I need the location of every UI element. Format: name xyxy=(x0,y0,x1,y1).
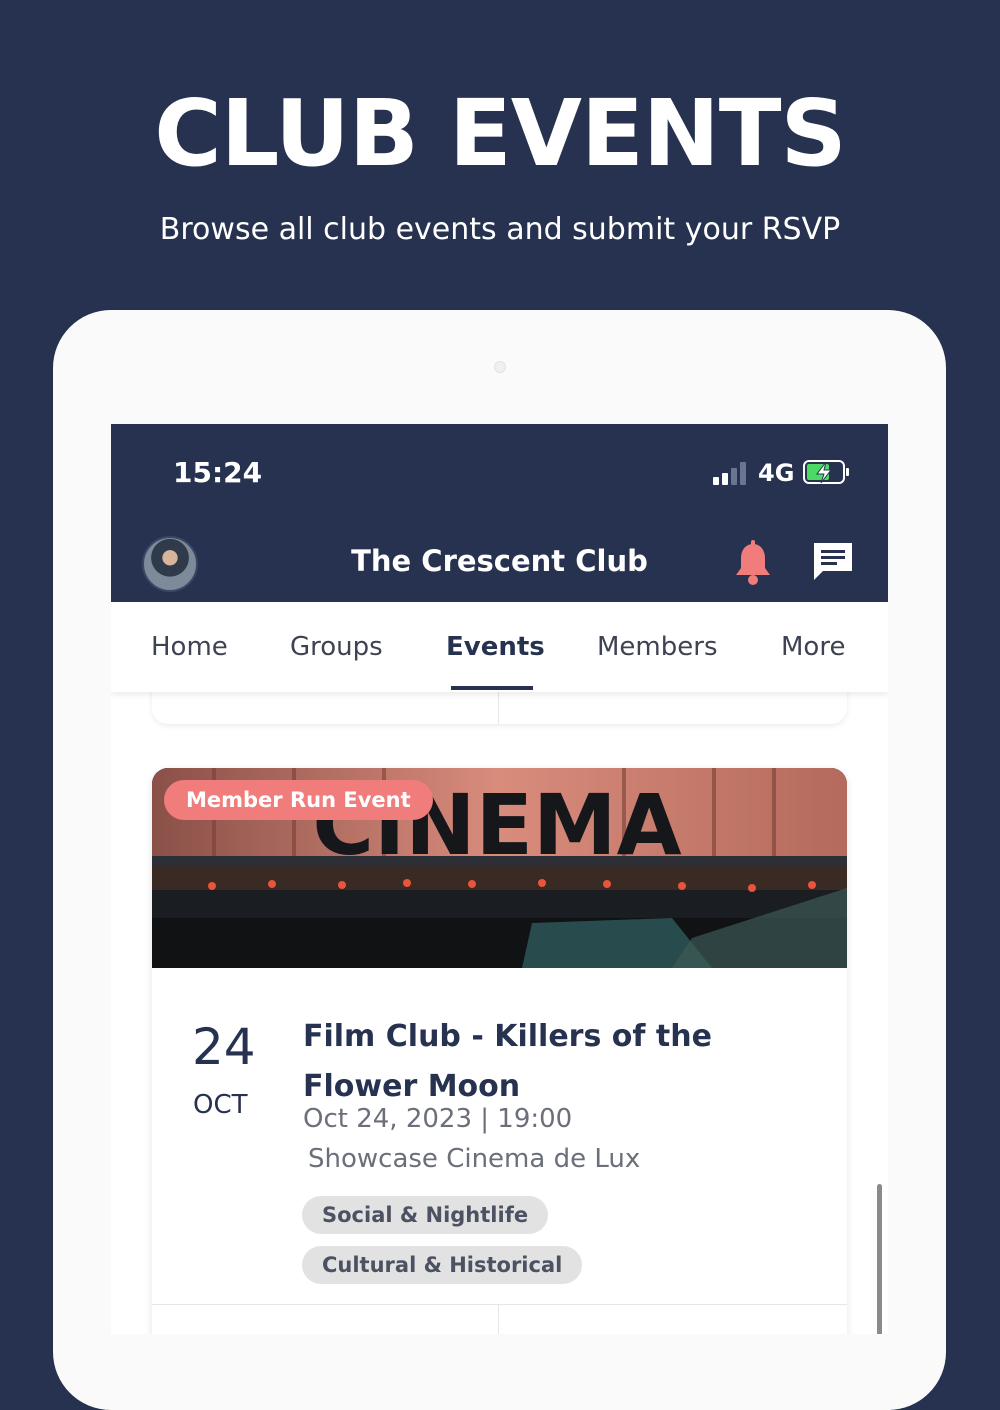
tag-social-nightlife[interactable]: Social & Nightlife xyxy=(302,1196,549,1234)
bell-icon[interactable] xyxy=(731,540,775,586)
tab-more[interactable]: More xyxy=(781,632,845,662)
member-run-event-badge: Member Run Event xyxy=(164,780,433,820)
event-day: 24 xyxy=(192,1018,256,1076)
tab-events[interactable]: Events xyxy=(446,632,545,662)
tab-groups[interactable]: Groups xyxy=(290,632,383,662)
card-footer-split xyxy=(498,1304,499,1334)
battery-charging-icon xyxy=(803,460,849,484)
event-title[interactable]: Film Club - Killers of the Flower Moon xyxy=(303,1012,753,1112)
event-venue: Showcase Cinema de Lux xyxy=(308,1144,641,1174)
app-screen: 15:24 4G The Crescent Club Home Groups E… xyxy=(111,424,888,1334)
signal-icon xyxy=(713,461,749,485)
event-card[interactable]: CINEMA Member Run Event 24 OCT Film Club… xyxy=(152,768,847,1334)
app-header: 15:24 4G The Crescent Club xyxy=(111,424,888,602)
card-footer-divider xyxy=(152,1304,847,1305)
status-time: 15:24 xyxy=(173,456,263,489)
tab-bar: Home Groups Events Members More xyxy=(111,602,888,692)
tab-members[interactable]: Members xyxy=(597,632,718,662)
event-datetime: Oct 24, 2023 | 19:00 xyxy=(303,1104,573,1134)
active-tab-indicator xyxy=(451,686,533,690)
network-type: 4G xyxy=(758,459,795,487)
chat-icon[interactable] xyxy=(811,540,855,582)
event-month: OCT xyxy=(193,1090,248,1120)
tag-cultural-historical[interactable]: Cultural & Historical xyxy=(302,1246,583,1284)
tab-home[interactable]: Home xyxy=(151,632,228,662)
promo-title: CLUB EVENTS xyxy=(154,80,847,187)
camera-icon xyxy=(494,361,506,373)
scrollbar[interactable] xyxy=(877,1184,882,1334)
promo-subtitle: Browse all club events and submit your R… xyxy=(159,212,841,247)
